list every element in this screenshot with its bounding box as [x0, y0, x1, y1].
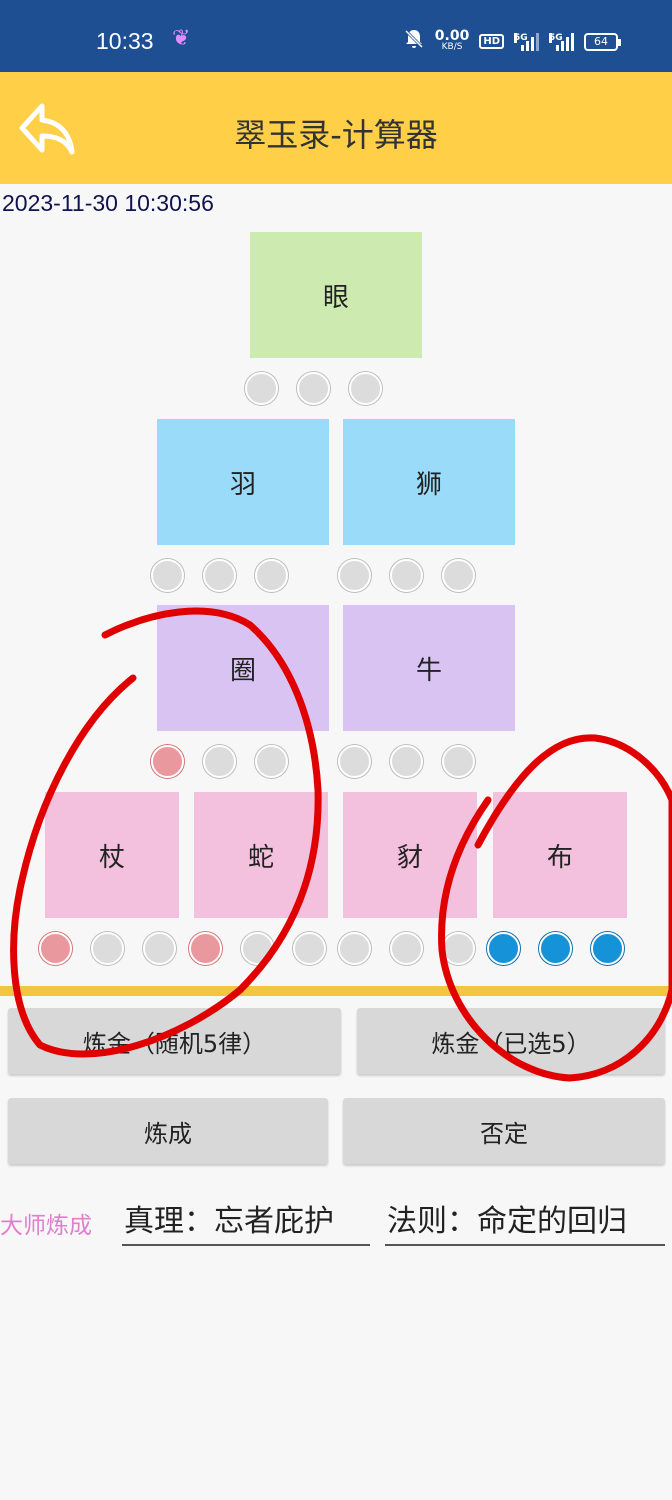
option-dot[interactable] — [241, 932, 274, 965]
net-speed-unit: KB/S — [441, 41, 463, 52]
option-dot[interactable] — [539, 932, 572, 965]
option-dot[interactable] — [203, 745, 236, 778]
net-speed-value: 0.00 — [434, 27, 470, 44]
card-snake[interactable]: 蛇 — [194, 792, 328, 918]
deny-button[interactable]: 否定 — [343, 1098, 665, 1164]
page-title: 翠玉录-计算器 — [234, 116, 438, 154]
option-dot[interactable] — [442, 745, 475, 778]
app-bar: 翠玉录-计算器 — [0, 72, 672, 184]
option-dot[interactable] — [39, 932, 72, 965]
law-field: 法则：命定的回归 — [385, 1196, 665, 1246]
card-feather[interactable]: 羽 — [157, 419, 329, 545]
hd-icon: HD — [479, 34, 504, 49]
master-refine-label: 大师炼成 — [0, 1213, 92, 1239]
option-dot[interactable] — [349, 372, 382, 405]
option-dot[interactable] — [442, 932, 475, 965]
option-dot[interactable] — [591, 932, 624, 965]
battery-icon: 64 — [584, 32, 621, 51]
option-dot[interactable] — [151, 745, 184, 778]
signal-icon: 5G — [514, 32, 539, 51]
option-dot[interactable] — [255, 559, 288, 592]
net-speed: 0.00 KB/S — [434, 27, 470, 53]
option-dot[interactable] — [203, 559, 236, 592]
option-dot[interactable] — [189, 932, 222, 965]
option-dot[interactable] — [338, 745, 371, 778]
card-eye[interactable]: 眼 — [250, 232, 422, 358]
card-jackal[interactable]: 豺 — [343, 792, 477, 918]
signal-label: 5G — [549, 32, 563, 43]
section-divider — [0, 986, 672, 996]
truth-field: 真理：忘者庇护 — [122, 1196, 370, 1246]
status-bar: 10:33 ❦ 0.00 KB/S HD 5G 5G 64 — [0, 0, 672, 72]
card-lion[interactable]: 狮 — [343, 419, 515, 545]
option-dot[interactable] — [143, 932, 176, 965]
alchemy-selected-button[interactable]: 炼金（已选5） — [357, 1008, 665, 1074]
refine-button[interactable]: 炼成 — [8, 1098, 328, 1164]
option-dot[interactable] — [91, 932, 124, 965]
status-icons: 0.00 KB/S HD 5G 5G 64 — [403, 27, 621, 55]
butterfly-icon: ❦ — [172, 26, 191, 51]
option-dot[interactable] — [255, 745, 288, 778]
card-staff[interactable]: 杖 — [45, 792, 179, 918]
timestamp: 2023-11-30 10:30:56 — [2, 190, 214, 216]
option-dot[interactable] — [245, 372, 278, 405]
option-dot[interactable] — [151, 559, 184, 592]
mute-bell-icon — [403, 28, 425, 55]
option-dot[interactable] — [338, 932, 371, 965]
option-dot[interactable] — [297, 372, 330, 405]
card-ring[interactable]: 圈 — [157, 605, 329, 731]
card-cloth[interactable]: 布 — [493, 792, 627, 918]
status-time: 10:33 — [96, 28, 154, 54]
card-ox[interactable]: 牛 — [343, 605, 515, 731]
option-dot[interactable] — [487, 932, 520, 965]
option-dot[interactable] — [338, 559, 371, 592]
option-dot[interactable] — [442, 559, 475, 592]
option-dot[interactable] — [390, 745, 423, 778]
signal-label: 5G — [514, 32, 528, 43]
signal-icon: 5G — [549, 32, 574, 51]
option-dot[interactable] — [390, 932, 423, 965]
option-dot[interactable] — [390, 559, 423, 592]
option-dot[interactable] — [293, 932, 326, 965]
annotation-circles — [10, 607, 672, 1082]
alchemy-random-button[interactable]: 炼金（随机5律） — [8, 1008, 341, 1074]
